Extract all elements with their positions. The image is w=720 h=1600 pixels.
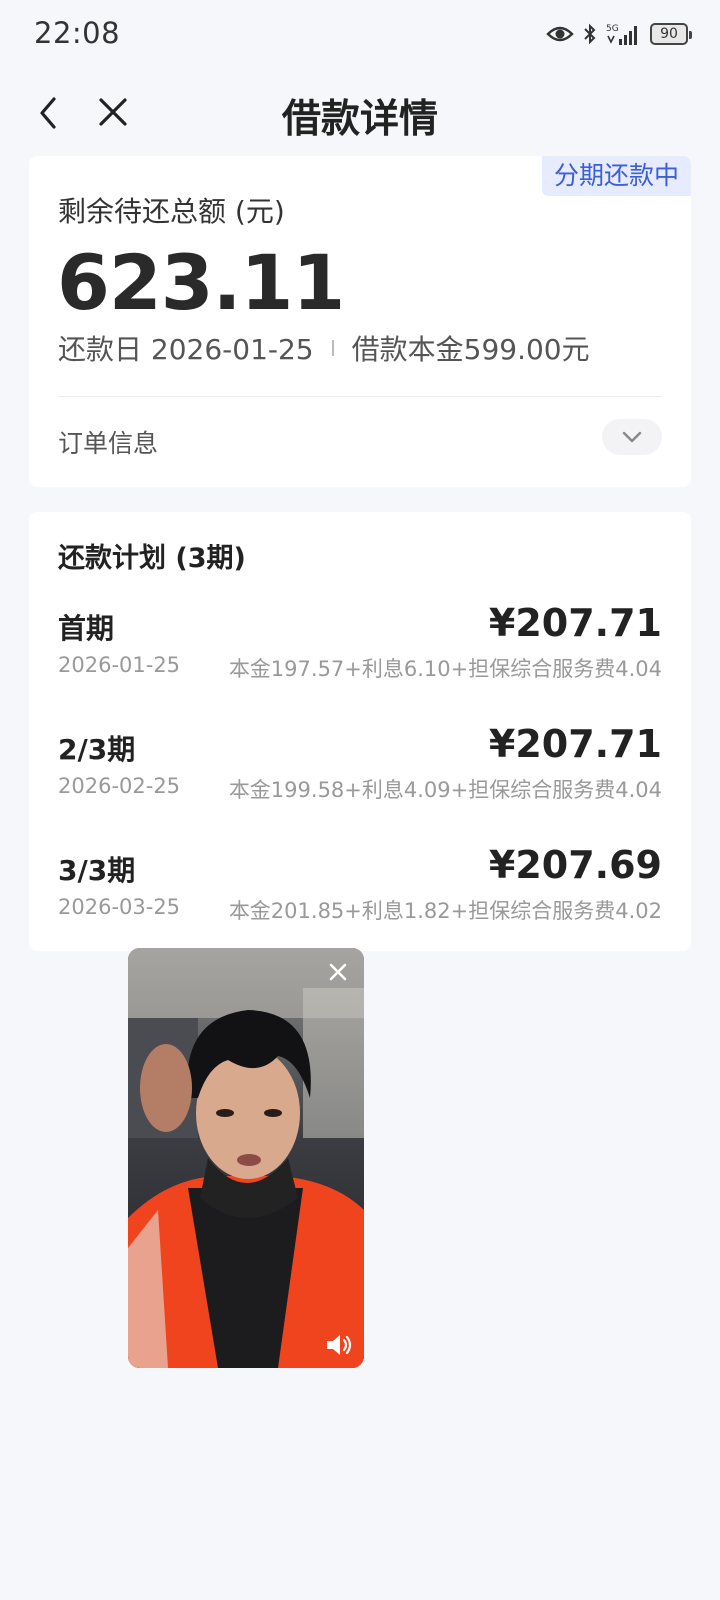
floating-video-window[interactable] xyxy=(128,948,364,1368)
eye-icon xyxy=(546,24,574,44)
plan-row[interactable]: 2/3期 2026-02-25 ¥207.71 本金199.58+利息4.09+… xyxy=(58,722,662,818)
battery-icon: 90 xyxy=(650,23,692,45)
plan-title: 还款计划 (3期) xyxy=(58,543,246,574)
battery-level: 90 xyxy=(660,26,678,42)
loan-principal: 借款本金599.00元 xyxy=(351,333,590,366)
repay-date: 还款日 2026-01-25 xyxy=(58,333,314,366)
installment-name: 首期 xyxy=(58,612,115,645)
status-icons: 5G 90 xyxy=(546,20,692,48)
remaining-amount: 623.11 xyxy=(57,238,345,327)
loan-detail-page: 22:08 5G 90 借款详情 分期还款中 剩余待还总额 (元) 623.11… xyxy=(0,0,720,1600)
chevron-down-icon xyxy=(622,431,642,443)
installment-breakdown: 本金201.85+利息1.82+担保综合服务费4.02 xyxy=(228,899,662,923)
plan-row[interactable]: 首期 2026-01-25 ¥207.71 本金197.57+利息6.10+担保… xyxy=(58,601,662,697)
installment-amount: ¥207.69 xyxy=(488,843,662,887)
network-type: 5G xyxy=(606,24,619,34)
status-time: 22:08 xyxy=(34,16,121,50)
divider xyxy=(58,396,662,397)
plan-row[interactable]: 3/3期 2026-03-25 ¥207.69 本金201.85+利息1.82+… xyxy=(58,843,662,939)
installment-breakdown: 本金199.58+利息4.09+担保综合服务费4.04 xyxy=(228,778,662,802)
order-info-label: 订单信息 xyxy=(58,429,159,458)
installment-name: 2/3期 xyxy=(58,733,136,766)
video-close-button[interactable] xyxy=(326,960,350,984)
remaining-label: 剩余待还总额 (元) xyxy=(58,195,285,228)
close-icon xyxy=(329,963,347,981)
loan-meta: 还款日 2026-01-25 借款本金599.00元 xyxy=(58,328,590,368)
installment-breakdown: 本金197.57+利息6.10+担保综合服务费4.04 xyxy=(228,657,662,681)
installment-name: 3/3期 xyxy=(58,854,136,887)
status-badge: 分期还款中 xyxy=(541,156,691,196)
page-title: 借款详情 xyxy=(281,97,438,142)
installment-date: 2026-02-25 xyxy=(58,774,181,798)
installment-date: 2026-01-25 xyxy=(58,653,181,677)
meta-divider xyxy=(331,340,334,356)
nav-bar: 借款详情 xyxy=(0,78,720,148)
installment-amount: ¥207.71 xyxy=(488,722,662,766)
order-info-toggle[interactable] xyxy=(602,419,662,455)
signal-icon: 5G xyxy=(606,22,642,46)
video-frame xyxy=(128,948,364,1368)
video-sound-button[interactable] xyxy=(324,1332,354,1358)
installment-date: 2026-03-25 xyxy=(58,895,181,919)
status-bar: 22:08 5G 90 xyxy=(0,0,720,70)
installment-amount: ¥207.71 xyxy=(488,601,662,645)
bluetooth-icon xyxy=(582,22,598,46)
speaker-icon xyxy=(327,1335,352,1355)
loan-summary-card: 分期还款中 剩余待还总额 (元) 623.11 还款日 2026-01-25 借… xyxy=(29,156,691,487)
repayment-plan-card: 还款计划 (3期) 首期 2026-01-25 ¥207.71 本金197.57… xyxy=(29,512,691,951)
